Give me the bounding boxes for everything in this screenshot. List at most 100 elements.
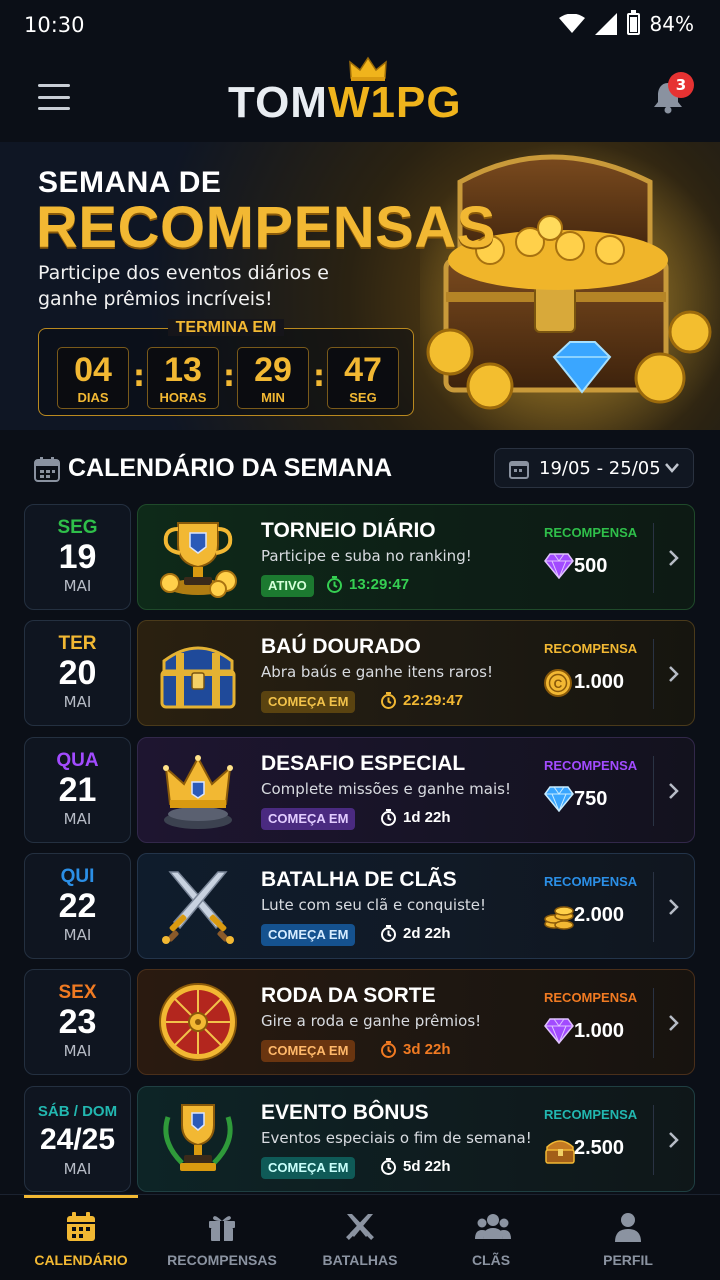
banner-subtitle: Participe dos eventos diários e ganhe pr… — [38, 262, 329, 310]
nav-recompensas[interactable]: RECOMPENSAS — [150, 1195, 294, 1280]
event-title: RODA DA SORTE — [261, 984, 436, 1007]
nav-label: CALENDÁRIO — [34, 1252, 128, 1268]
chevron-right-icon[interactable] — [668, 782, 680, 800]
event-description: Complete missões e ganhe mais! — [261, 780, 511, 798]
event-description: Participe e suba no ranking! — [261, 547, 472, 565]
gem-icon — [544, 553, 574, 579]
event-description: Lute com seu clã e conquiste! — [261, 896, 487, 914]
date-range-dropdown[interactable]: 19/05 - 25/05 — [494, 448, 694, 488]
event-description: Eventos especiais o fim de semana! — [261, 1129, 532, 1147]
nav-perfil[interactable]: PERFIL — [556, 1195, 700, 1280]
reward-block: RECOMPENSA 2.000 — [528, 854, 652, 958]
reward-label: RECOMPENSA — [544, 641, 638, 656]
day-number: 24/25 — [39, 1123, 116, 1156]
nav-label: RECOMPENSAS — [167, 1252, 277, 1268]
countdown-label: TERMINA EM — [167, 319, 285, 336]
rewards-week-banner[interactable]: SEMANA DE RECOMPENSAS Participe dos even… — [0, 142, 720, 430]
fortune-wheel-icon — [159, 983, 237, 1061]
event-title: DESAFIO ESPECIAL — [261, 752, 466, 775]
timer-text: 1d 22h — [403, 809, 451, 826]
crown-icon — [349, 56, 387, 81]
countdown-timer: TERMINA EM 04 DIAS : 13 HORAS : 29 MIN :… — [38, 319, 414, 416]
divider — [653, 756, 654, 826]
day-month: MAI — [63, 693, 92, 711]
status-badge: COMEÇA EM — [261, 1157, 356, 1179]
countdown-minutes: 29 MIN — [237, 347, 309, 409]
reward-block: RECOMPENSA C 1.000 — [528, 621, 652, 725]
calendar-icon — [34, 457, 60, 482]
signal-icon — [594, 13, 617, 35]
chevron-right-icon[interactable] — [668, 549, 680, 567]
chevron-right-icon[interactable] — [668, 1131, 680, 1149]
event-description: Gire a roda e ganhe prêmios! — [261, 1012, 482, 1030]
nav-calendario[interactable]: CALENDÁRIO — [24, 1195, 138, 1280]
nav-batalhas[interactable]: BATALHAS — [288, 1195, 432, 1280]
countdown-unit: MIN — [261, 390, 285, 405]
reward-label: RECOMPENSA — [544, 1107, 638, 1122]
event-card[interactable]: TORNEIO DIÁRIO Participe e suba no ranki… — [137, 504, 695, 610]
day-card: SEG 19 MAI — [24, 504, 131, 610]
day-name: QUI — [60, 866, 95, 887]
event-timer: 2d 22h — [380, 925, 451, 942]
day-card: QUA 21 MAI — [24, 737, 131, 843]
app-logo: TOMW1PG — [228, 56, 462, 128]
divider — [653, 639, 654, 709]
event-timer: 1d 22h — [380, 809, 451, 826]
timer-text: 2d 22h — [403, 925, 451, 942]
event-title: EVENTO BÔNUS — [261, 1101, 429, 1124]
gift-icon — [209, 1216, 235, 1241]
day-name: SEX — [58, 982, 97, 1003]
event-row: SEX 23 MAI RODA DA SORTE Gire a roda e g… — [24, 969, 695, 1075]
reward-value: 2.500 — [574, 1137, 625, 1159]
diamond-icon — [544, 786, 574, 812]
calendar-icon — [67, 1212, 95, 1241]
event-card[interactable]: BAÚ DOURADO Abra baús e ganhe itens raro… — [137, 620, 695, 726]
day-number: 23 — [58, 1003, 97, 1041]
event-card[interactable]: DESAFIO ESPECIAL Complete missões e ganh… — [137, 737, 695, 843]
nav-clas[interactable]: CLÃS — [419, 1195, 563, 1280]
divider — [653, 988, 654, 1058]
chevron-right-icon[interactable] — [668, 665, 680, 683]
group-icon — [475, 1214, 511, 1239]
golden-chest-icon — [160, 646, 236, 709]
countdown-value: 04 — [74, 351, 112, 389]
event-card[interactable]: BATALHA DE CLÃS Lute com seu clã e conqu… — [137, 853, 695, 959]
menu-button[interactable] — [38, 84, 70, 110]
countdown-hours: 13 HORAS — [147, 347, 219, 409]
battery-icon — [626, 10, 640, 35]
day-name: QUA — [56, 750, 99, 771]
chest-icon — [545, 1140, 575, 1164]
divider — [653, 1105, 654, 1175]
day-name: SEG — [57, 517, 98, 538]
day-month: MAI — [63, 1160, 92, 1178]
day-number: 22 — [58, 887, 97, 925]
countdown-value: 13 — [164, 351, 202, 389]
date-range-text: 19/05 - 25/05 — [539, 458, 661, 479]
nav-label: CLÃS — [471, 1252, 511, 1268]
nav-label: BATALHAS — [322, 1252, 398, 1268]
status-badge: COMEÇA EM — [261, 691, 356, 713]
status-badge: COMEÇA EM — [261, 924, 356, 946]
day-card: QUI 22 MAI — [24, 853, 131, 959]
day-card: SÁB / DOM 24/25 MAI — [24, 1086, 131, 1192]
event-card[interactable]: EVENTO BÔNUS Eventos especiais o fim de … — [137, 1086, 695, 1192]
notification-badge: 3 — [668, 72, 694, 98]
day-month: MAI — [63, 926, 92, 944]
event-row: QUA 21 MAI DESAFIO ESPECIAL Complete mis… — [24, 737, 695, 843]
reward-label: RECOMPENSA — [544, 525, 638, 540]
event-card[interactable]: RODA DA SORTE Gire a roda e ganhe prêmio… — [137, 969, 695, 1075]
countdown-separator: : — [223, 359, 235, 394]
swords-icon — [346, 1214, 374, 1240]
chevron-right-icon[interactable] — [668, 898, 680, 916]
chevron-right-icon[interactable] — [668, 1014, 680, 1032]
countdown-value: 29 — [254, 351, 292, 389]
timer-icon — [327, 576, 342, 593]
menu-icon-bar — [38, 107, 70, 110]
timer-icon — [381, 809, 396, 826]
day-month: MAI — [63, 810, 92, 828]
reward-value: 1.000 — [574, 1020, 625, 1042]
coins-stack-icon — [544, 906, 574, 930]
countdown-seconds: 47 SEG — [327, 347, 399, 409]
day-name: TER — [58, 633, 97, 654]
reward-block: RECOMPENSA 1.000 — [528, 970, 652, 1074]
